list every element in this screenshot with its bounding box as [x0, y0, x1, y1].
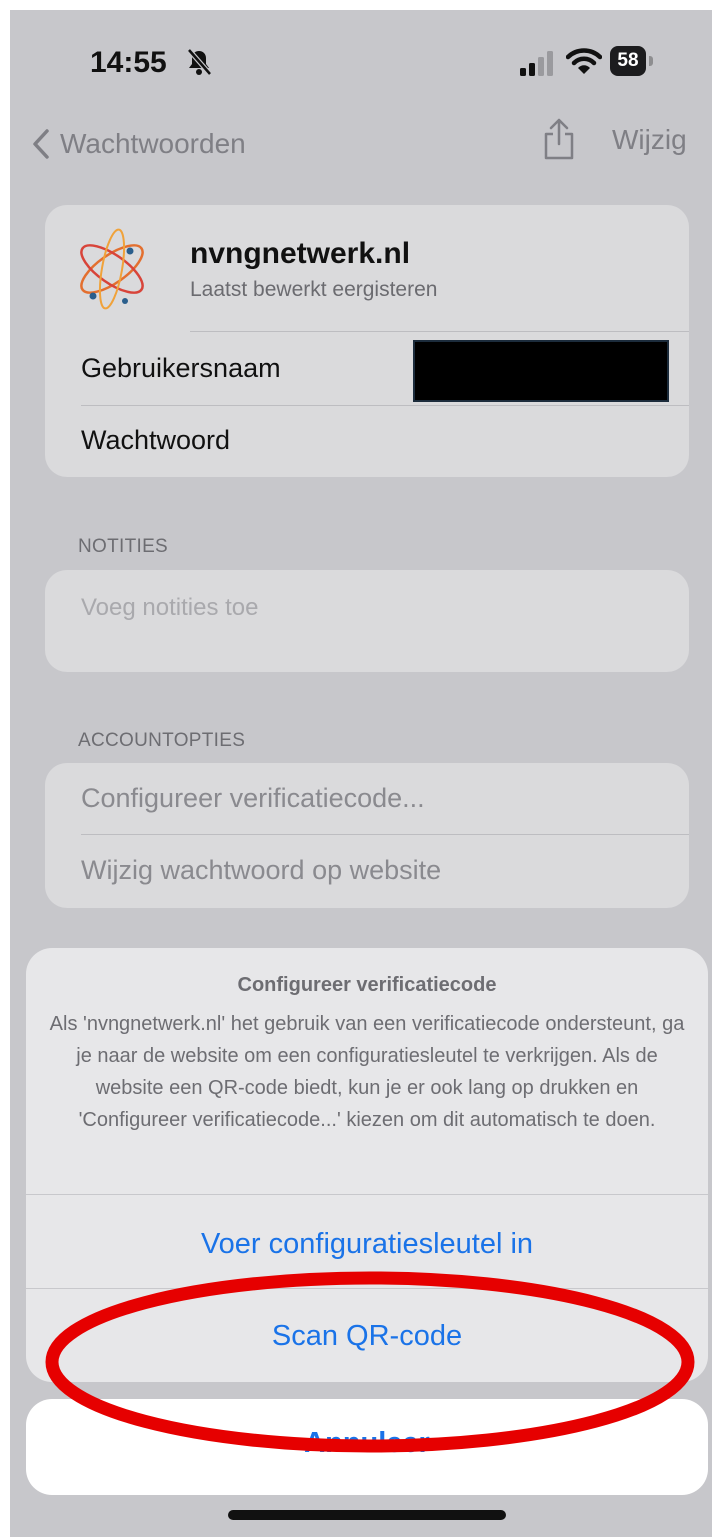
notes-field[interactable]: Voeg notities toe	[45, 570, 689, 672]
highlight-ellipse	[45, 1271, 695, 1453]
password-label[interactable]: Wachtwoord	[81, 425, 230, 456]
site-logo-icon	[80, 228, 144, 310]
account-options-card: Configureer verificatiecode... Wijzig wa…	[45, 763, 689, 908]
site-name: nvngnetwerk.nl	[190, 237, 411, 270]
account-card: nvngnetwerk.nl Laatst bewerkt eergistere…	[45, 205, 689, 477]
username-label[interactable]: Gebruikersnaam	[81, 353, 281, 384]
cellular-signal-icon	[520, 51, 553, 76]
notes-placeholder: Voeg notities toe	[81, 594, 259, 621]
divider	[81, 834, 689, 835]
notes-header: NOTITIES	[78, 536, 169, 557]
enter-setup-key-button[interactable]: Voer configuratiesleutel in	[26, 1228, 708, 1261]
share-icon[interactable]	[542, 118, 576, 160]
divider	[26, 1194, 708, 1195]
sheet-message: Als 'nvngnetwerk.nl' het gebruik van een…	[49, 1013, 685, 1131]
phone-screen: 14:55 58 Wachtwoorden Wijzig nvngnetwerk…	[10, 10, 712, 1537]
battery-level: 58	[610, 46, 646, 76]
chevron-left-icon	[33, 129, 49, 159]
home-indicator[interactable]	[228, 1510, 506, 1520]
account-options-header: ACCOUNTOPTIES	[78, 730, 246, 751]
back-label: Wachtwoorden	[60, 128, 246, 159]
status-bar: 14:55 58	[10, 10, 712, 110]
battery-icon: 58	[610, 46, 654, 76]
status-time: 14:55	[90, 46, 167, 79]
last-edited: Laatst bewerkt eergisteren	[190, 278, 438, 301]
back-button[interactable]: Wachtwoorden	[32, 124, 246, 164]
wifi-icon	[566, 48, 602, 74]
username-redacted	[413, 340, 669, 402]
muted-bell-icon	[187, 48, 212, 76]
edit-button[interactable]: Wijzig	[612, 124, 687, 156]
sheet-title: Configureer verificatiecode	[237, 974, 497, 996]
change-password-option[interactable]: Wijzig wachtwoord op website	[81, 855, 441, 886]
divider	[81, 405, 689, 406]
configure-code-option[interactable]: Configureer verificatiecode...	[81, 783, 425, 814]
divider	[190, 331, 689, 332]
